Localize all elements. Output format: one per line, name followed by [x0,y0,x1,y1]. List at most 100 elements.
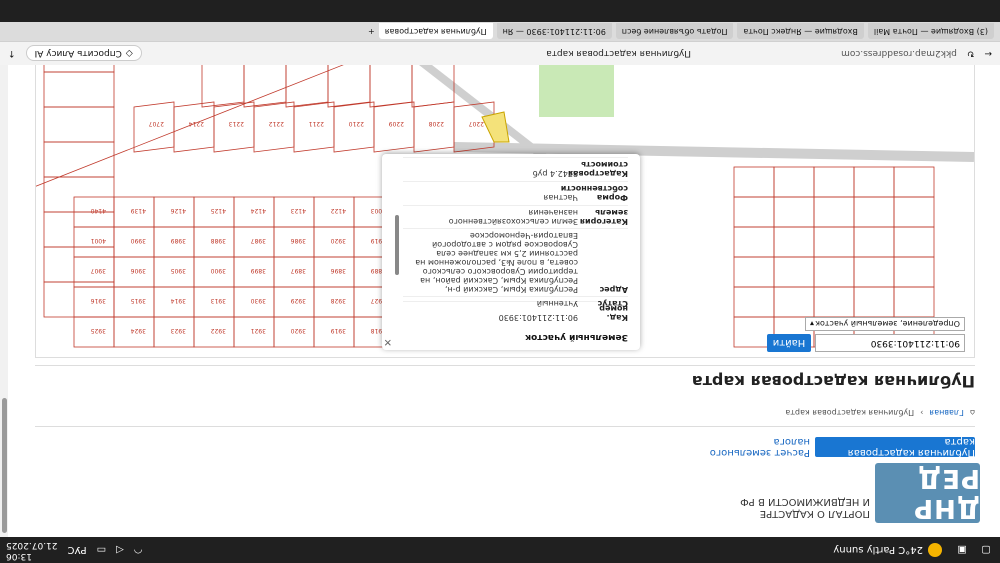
parcel [813,166,855,198]
parcel-label: 4140 [91,207,106,214]
back-icon[interactable]: ← [984,49,992,59]
divider [35,365,975,366]
clock[interactable]: 13:06 21.07.2025 [6,539,58,561]
battery-icon[interactable]: ▭ [97,545,106,556]
parcel [733,196,775,228]
tab-label: Подать объявление бесп [621,27,728,36]
tab-public-map[interactable]: Публичная кадастровая [378,23,493,40]
new-tab-icon[interactable]: + [368,27,375,36]
reload-icon[interactable]: ↻ [967,49,975,59]
home-icon: ⌂ [969,408,975,417]
tab-ad[interactable]: Подать объявление бесп [615,23,734,40]
parcel [813,256,855,288]
parcel [213,101,255,153]
parcel-label: 2209 [389,120,404,127]
parcel-label: 3924 [131,327,146,334]
parcel-label: 2212 [269,120,284,127]
popup-row: Адрес Республика Крым, Сакский р-н, Респ… [403,228,628,296]
clock-date: 21.07.2025 [6,540,58,550]
parcel [373,101,415,153]
parcel-label: 3906 [131,267,146,274]
parcel [43,106,115,143]
row-label: Статус [597,299,629,308]
parcel-label: 3922 [211,327,226,334]
parcel-label: 2213 [229,120,244,127]
popup-row: Кадастровая стоимость 8742.4 руб [403,157,628,180]
watermark-logo [32,4,122,90]
parcel [773,286,815,318]
system-tray: ◠ ◁ ▭ РУС 13:06 21.07.2025 [6,539,143,561]
parcel-label: 3907 [91,267,106,274]
row-value: Республика Крым, Сакский р-н, Республика… [415,231,578,294]
popup-scrollbar-thumb[interactable] [395,215,399,275]
breadcrumb-separator: › [920,408,924,417]
alice-icon: ◇ [125,48,133,59]
parcel [333,101,375,153]
row-value: Частная [543,193,578,202]
language-indicator[interactable]: РУС [68,545,87,556]
url-field[interactable]: pkk2map.rosaddress.com [841,49,957,59]
parcel-label: 2208 [429,120,444,127]
parcel [413,101,455,153]
parcel-label: 3923 [171,327,186,334]
breadcrumb: ⌂ Главная › Публичная кадастровая карта [785,408,975,417]
site-logo[interactable]: ДНР РЕД [875,463,980,523]
weather-text: 24°C Partly sunny [833,544,923,556]
object-type-select[interactable]: Определение, земельный участок ▾ [805,317,965,331]
parcel-label: 3988 [211,237,226,244]
parcel-label: 3913 [211,297,226,304]
show-desktop-icon[interactable]: ▢ [978,542,994,558]
breadcrumb-current: Публичная кадастровая карта [785,408,915,417]
parcel-label: 3928 [331,297,346,304]
parcel-info-popup: ✕ Земельный участок Кад. номер 90:11:211… [382,154,640,350]
close-icon[interactable]: ✕ [384,336,392,347]
parcel [773,226,815,258]
parcel [733,286,775,318]
volume-icon[interactable]: ◁ [116,545,124,556]
brand-line-1: ПОРТАЛ О КАДАСТРЕ [759,508,870,519]
land-tax-link[interactable]: Расчет земельного налога [690,436,810,458]
parcel [813,286,855,318]
popup-row: Статус Учтенный [403,296,628,310]
parcel-label: 3987 [251,237,266,244]
parcel-label: 2211 [309,120,324,127]
share-icon[interactable]: ↑ [8,49,16,59]
clock-time: 13:06 [6,551,32,561]
wifi-icon[interactable]: ◠ [134,545,143,556]
row-label: Категория земель [579,208,628,226]
notification-icon[interactable]: ▣ [954,542,970,558]
parcel-label: 3930 [251,297,266,304]
parcel-label: 3916 [91,297,106,304]
page-scrollbar-thumb[interactable] [2,398,7,533]
parcel [253,101,295,153]
parcel-label: 4001 [91,237,106,244]
find-button[interactable]: Найти [767,334,811,352]
parcel [893,196,935,228]
parcel [853,196,895,228]
parcel [853,226,895,258]
parcel-label: 3897 [291,267,306,274]
weather-widget[interactable]: 24°C Partly sunny [833,543,942,557]
tab-label: 90:11:211401:3930 — Ян [502,27,606,36]
parcel [773,166,815,198]
parcel [733,166,775,198]
logo-text: ДНР РЕД [913,463,980,523]
parcel-label: 2207 [469,120,484,127]
window-titlebar [0,0,1000,22]
parcel-label: 3920 [331,237,346,244]
parcel [773,256,815,288]
parcel [173,101,215,153]
site-brand: ПОРТАЛ О КАДАСТРЕ И НЕДВИЖИМОСТИ В РФ [700,495,870,519]
parcel-label: 4124 [251,207,266,214]
public-map-button[interactable]: Публичная кадастровая карта [815,436,975,458]
cadastral-number-input[interactable] [815,334,965,352]
breadcrumb-home[interactable]: Главная [929,408,964,417]
popup-row: Форма собственности Частная [403,181,628,204]
tab-mail[interactable]: (3) Входящие — Почта Mail [867,23,994,40]
divider [35,426,975,427]
page-title: Публичная кадастровая карта [691,372,975,391]
tab-strip: (3) Входящие — Почта Mail Входящие — Янд… [0,22,1000,41]
tab-yandex-mail[interactable]: Входящие — Яндекс Почта [737,23,864,40]
parcel [853,166,895,198]
tab-search[interactable]: 90:11:211401:3930 — Ян [496,23,612,40]
